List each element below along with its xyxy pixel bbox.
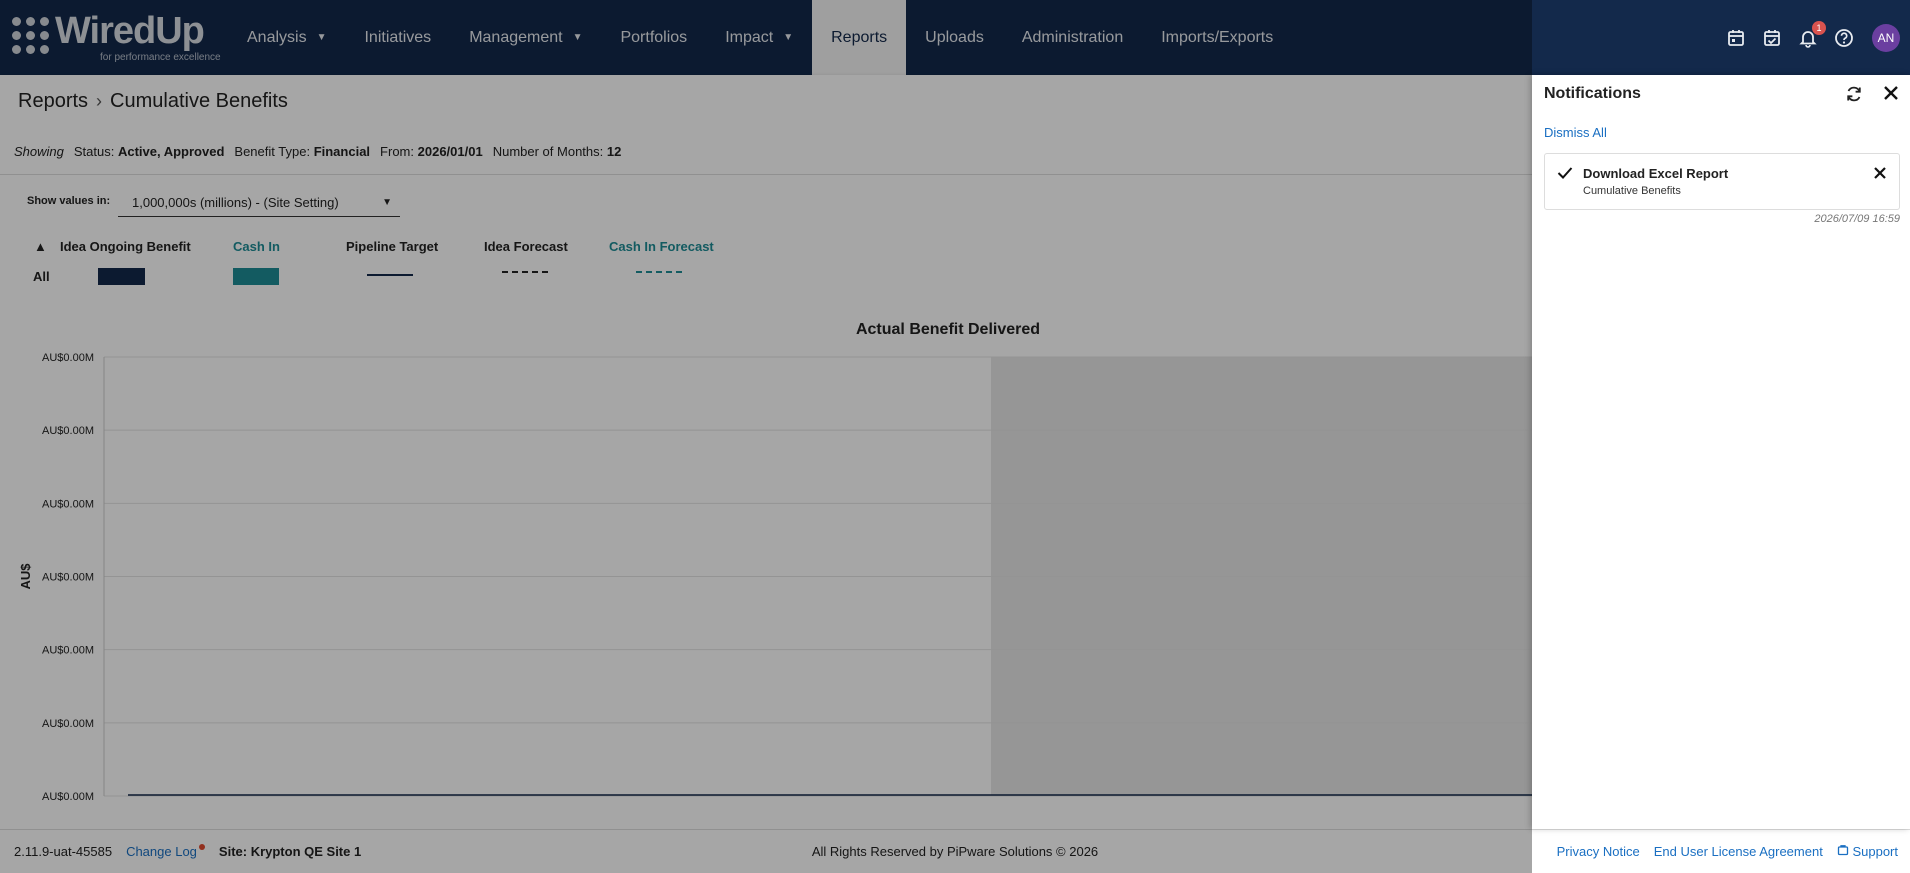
help-icon[interactable] (1832, 26, 1856, 50)
support-label: Support (1852, 844, 1898, 859)
support-icon (1837, 845, 1848, 856)
calendar-icon[interactable] (1724, 26, 1748, 50)
refresh-icon[interactable] (1844, 84, 1864, 109)
notification-time: 2026/07/09 16:59 (1814, 213, 1900, 225)
notification-badge: 1 (1812, 20, 1826, 35)
bell-icon[interactable]: 1 (1796, 20, 1826, 50)
notification-title: Download Excel Report (1583, 166, 1729, 181)
nav-right-icons: 1 AN (1724, 0, 1910, 75)
modal-backdrop[interactable] (0, 0, 1532, 873)
eula-link[interactable]: End User License Agreement (1654, 844, 1823, 859)
notification-card[interactable]: Download Excel Report Cumulative Benefit… (1544, 153, 1900, 210)
check-icon (1557, 166, 1573, 185)
calendar-check-icon[interactable] (1760, 26, 1784, 50)
close-icon[interactable] (1873, 166, 1887, 185)
close-icon[interactable] (1882, 84, 1900, 107)
dismiss-all-link[interactable]: Dismiss All (1544, 125, 1607, 140)
privacy-link[interactable]: Privacy Notice (1557, 844, 1640, 859)
notifications-title: Notifications (1544, 85, 1641, 102)
notification-subtitle: Cumulative Benefits (1583, 185, 1681, 197)
avatar[interactable]: AN (1872, 23, 1900, 52)
support-link[interactable]: Support (1837, 844, 1898, 859)
notifications-panel: Notifications Dismiss All Download Excel… (1532, 75, 1910, 829)
